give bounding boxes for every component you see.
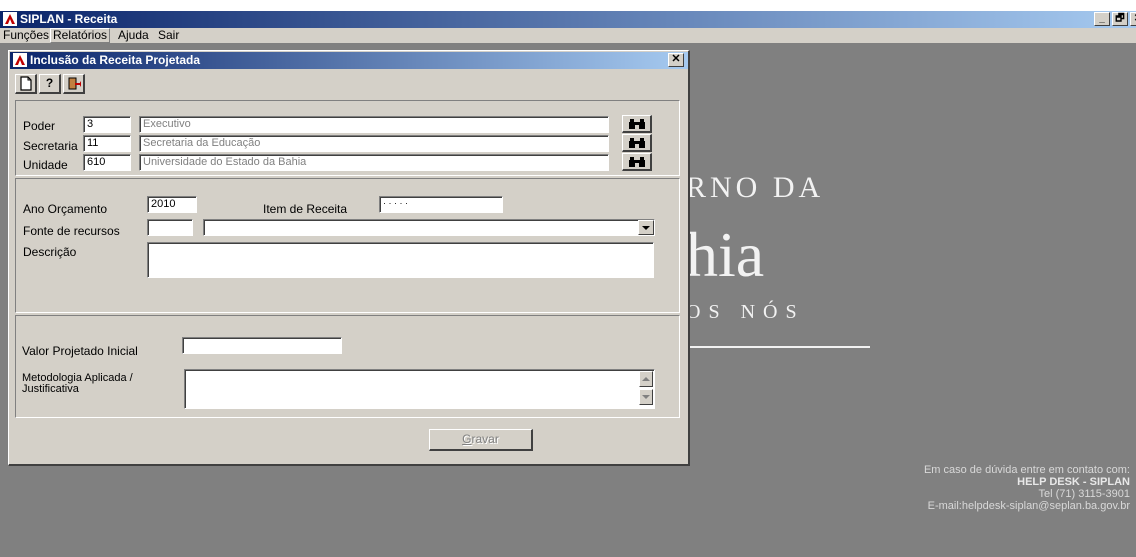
ano-orcamento-input[interactable]: 2010: [147, 196, 197, 213]
scroll-down-icon: [642, 395, 650, 399]
scroll-down-button[interactable]: [639, 389, 653, 405]
secretaria-name-field: Secretaria da Educação: [139, 135, 609, 152]
menu-funcoes[interactable]: Funções: [1, 28, 51, 43]
secretaria-label: Secretaria: [23, 139, 78, 153]
binoculars-icon: [629, 138, 645, 148]
secretaria-search-button[interactable]: [622, 134, 652, 152]
valor-projetado-label: Valor Projetado Inicial: [22, 344, 138, 358]
close-window-button[interactable]: ✕: [1130, 12, 1136, 26]
gravar-label: Gravar: [462, 432, 499, 446]
menu-sair[interactable]: Sair: [156, 28, 181, 43]
exit-door-icon: [68, 77, 82, 90]
unidade-label: Unidade: [23, 158, 68, 172]
app-titlebar: SIPLAN - Receita _ 🗗 ✕: [0, 11, 1136, 28]
poder-name-field: Executivo: [139, 116, 609, 133]
fonte-code-input[interactable]: [147, 219, 193, 236]
window-controls: _ 🗗 ✕: [1092, 12, 1136, 26]
gravar-button[interactable]: Gravar: [429, 429, 533, 451]
app-logo-icon: [3, 12, 17, 26]
dialog-close-button[interactable]: ✕: [668, 53, 684, 67]
menu-relatorios[interactable]: Relatórios: [50, 28, 111, 43]
descricao-textarea[interactable]: [147, 242, 654, 278]
unidade-search-button[interactable]: [622, 153, 652, 171]
app-logo-icon: [13, 53, 27, 67]
minimize-button[interactable]: _: [1094, 12, 1110, 26]
valor-projetado-input[interactable]: [182, 337, 342, 354]
unidade-name-field: Universidade do Estado da Bahia: [139, 154, 609, 171]
fonte-select[interactable]: [203, 219, 655, 236]
secretaria-code-input[interactable]: 11: [83, 135, 131, 152]
receita-panel: Ano Orçamento 2010 Item de Receita · · ·…: [15, 178, 680, 313]
app-title: SIPLAN - Receita: [20, 12, 118, 26]
ano-orcamento-label: Ano Orçamento: [23, 202, 108, 216]
descricao-label: Descrição: [23, 245, 77, 259]
dialog-titlebar: Inclusão da Receita Projetada ✕: [10, 52, 688, 69]
restore-button[interactable]: 🗗: [1112, 12, 1128, 26]
organization-panel: Poder 3 Executivo Secretaria 11 Secretar…: [15, 100, 680, 176]
item-receita-input[interactable]: · · · · ·: [379, 196, 503, 213]
inclusao-receita-dialog: Inclusão da Receita Projetada ✕ ? Poder …: [8, 50, 690, 466]
menu-bar: Funções Relatórios Ajuda Sair: [0, 28, 1136, 43]
help-desk-info: Em caso de dúvida entre em contato com: …: [924, 464, 1130, 512]
background-rule: [686, 346, 870, 348]
unidade-code-input[interactable]: 610: [83, 154, 131, 171]
help-email: E-mail:helpdesk-siplan@seplan.ba.gov.br: [927, 500, 1130, 512]
binoculars-icon: [629, 157, 645, 167]
exit-button[interactable]: [63, 74, 85, 94]
metodologia-label-line2: Justificativa: [22, 383, 79, 395]
background-text-line2: hia: [686, 219, 765, 290]
background-text-line1: RNO DA: [686, 171, 825, 204]
poder-label: Poder: [23, 119, 56, 133]
poder-code-input[interactable]: 3: [83, 116, 131, 133]
metodologia-textarea[interactable]: [184, 369, 655, 409]
fonte-dropdown-button[interactable]: [638, 220, 654, 235]
fonte-recursos-label: Fonte de recursos: [23, 224, 120, 238]
help-line2: HELP DESK - SIPLAN: [1017, 476, 1130, 488]
valor-panel: Valor Projetado Inicial Metodologia Apli…: [15, 315, 680, 418]
help-phone: Tel (71) 3115-3901: [1038, 488, 1130, 500]
scroll-up-icon: [642, 377, 650, 381]
help-button[interactable]: ?: [39, 74, 61, 94]
background-text-line3: OS NÓS: [686, 301, 805, 323]
menu-ajuda[interactable]: Ajuda: [116, 28, 151, 43]
new-button[interactable]: [15, 74, 37, 94]
poder-search-button[interactable]: [622, 115, 652, 133]
help-line1: Em caso de dúvida entre em contato com:: [923, 464, 1130, 476]
dropdown-arrow-icon: [642, 226, 650, 230]
binoculars-icon: [629, 119, 645, 129]
scroll-up-button[interactable]: [639, 371, 653, 387]
item-receita-label: Item de Receita: [263, 202, 348, 216]
dialog-title: Inclusão da Receita Projetada: [30, 53, 201, 67]
new-document-icon: [19, 76, 32, 91]
